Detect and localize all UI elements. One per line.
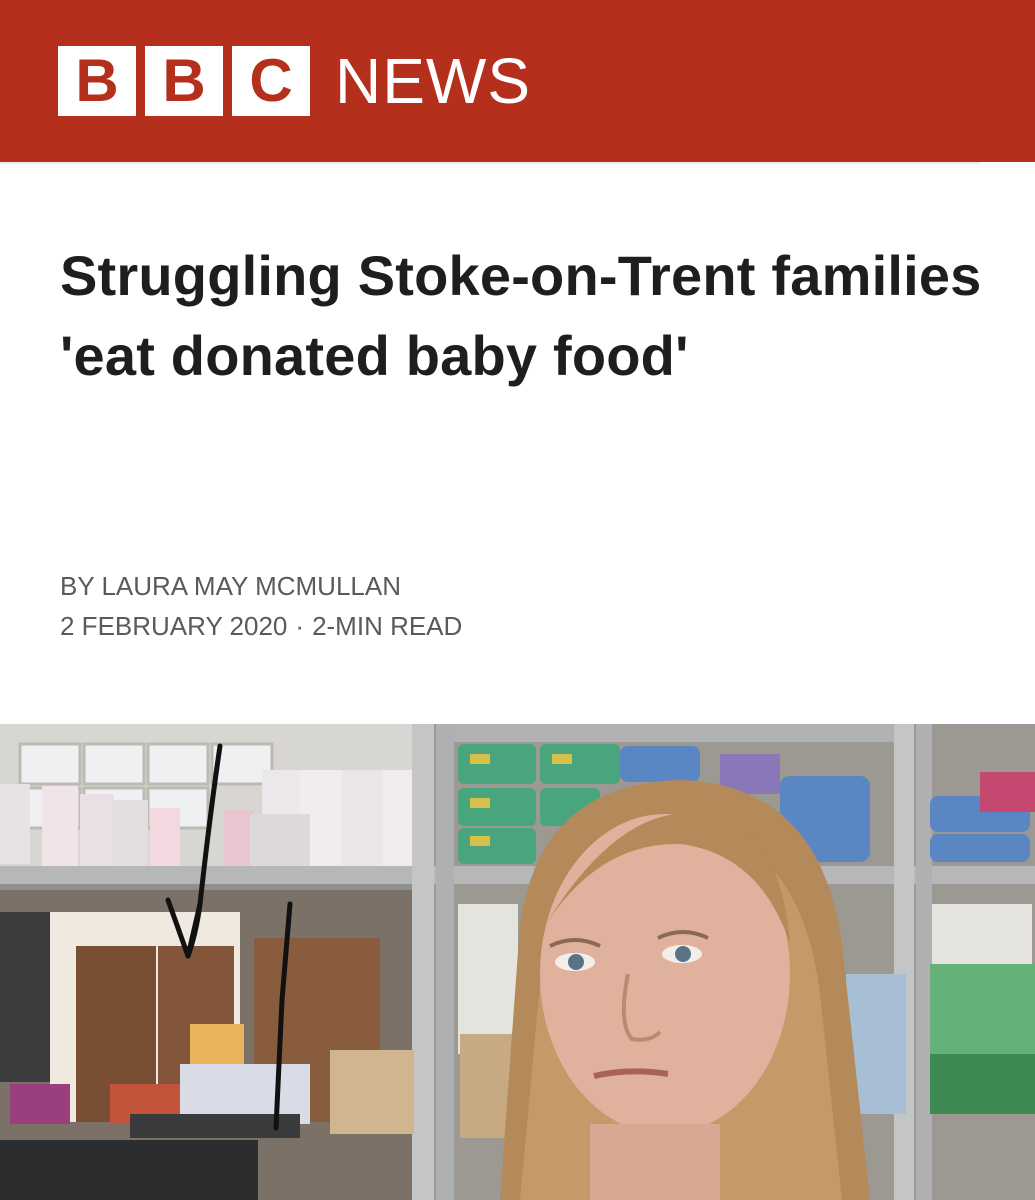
logo-word-news: NEWS: [335, 45, 531, 117]
article-date-line: 2 FEBRUARY 2020 · 2-MIN READ: [60, 606, 462, 646]
logo-letter-c: C: [232, 46, 310, 116]
article-meta: BY LAURA MAY MCMULLAN 2 FEBRUARY 2020 · 2-…: [60, 566, 462, 646]
logo-letter-b1: B: [58, 46, 136, 116]
photo-food-bank-scene: [0, 724, 1035, 1200]
article-photo[interactable]: [0, 724, 1035, 1200]
article-headline: Struggling Stoke-on-Trent families 'eat …: [60, 244, 982, 387]
meta-separator: ·: [295, 611, 305, 641]
article-read-time: 2-MIN READ: [312, 611, 463, 641]
bbc-news-logo[interactable]: B B C NEWS: [58, 46, 531, 116]
logo-letter-b2: B: [145, 46, 223, 116]
article-date: 2 FEBRUARY 2020: [60, 611, 288, 641]
header-divider: [0, 162, 980, 164]
article-byline: BY LAURA MAY MCMULLAN: [60, 571, 401, 601]
site-header: B B C NEWS: [0, 0, 1035, 162]
